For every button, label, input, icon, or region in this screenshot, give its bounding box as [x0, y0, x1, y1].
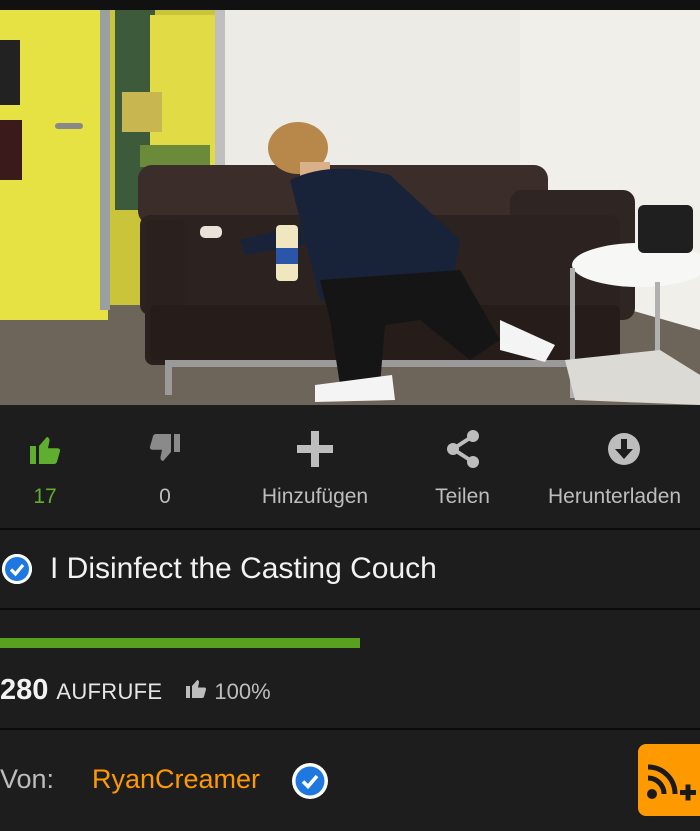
video-player[interactable] [0, 0, 700, 405]
like-count: 17 [33, 485, 57, 508]
video-thumbnail [0, 0, 700, 405]
share-button[interactable]: Teilen [415, 427, 510, 517]
video-stats: 280 AUFRUFE 100% [0, 610, 700, 728]
uploader-prefix: Von: [0, 764, 55, 794]
action-bar: 17 0 Hinzufügen Teilen Herunterladen [0, 405, 700, 528]
subscribe-button[interactable] [638, 744, 700, 816]
verified-check-icon [2, 554, 32, 584]
uploader-row: Von: RyanCreamer [0, 730, 700, 831]
views-count: 280 [0, 674, 49, 706]
plus-icon [295, 427, 335, 471]
views-and-rating: 280 AUFRUFE 100% [0, 674, 271, 707]
dislike-button[interactable]: 0 [145, 427, 185, 517]
like-button[interactable]: 17 [25, 427, 65, 517]
add-label: Hinzufügen [261, 485, 369, 508]
rating-percent: 100% [214, 679, 271, 704]
uploader-name-link[interactable]: RyanCreamer [92, 764, 260, 795]
verified-check-icon [292, 763, 328, 804]
thumbs-up-icon [27, 427, 63, 471]
download-label: Herunterladen [548, 485, 682, 508]
thumbs-up-icon [184, 676, 208, 705]
download-icon [548, 427, 700, 471]
dislike-count: 0 [159, 485, 171, 508]
views-label: AUFRUFE [56, 679, 163, 704]
download-button[interactable]: Herunterladen [548, 427, 700, 517]
rating-bar [0, 638, 360, 648]
rss-subscribe-icon [647, 764, 696, 801]
video-title-row: I Disinfect the Casting Couch [0, 530, 700, 608]
add-to-playlist-button[interactable]: Hinzufügen [240, 427, 390, 517]
share-label: Teilen [435, 485, 490, 508]
thumbs-down-icon [147, 427, 183, 471]
share-icon [444, 427, 482, 471]
video-title: I Disinfect the Casting Couch [50, 552, 437, 585]
